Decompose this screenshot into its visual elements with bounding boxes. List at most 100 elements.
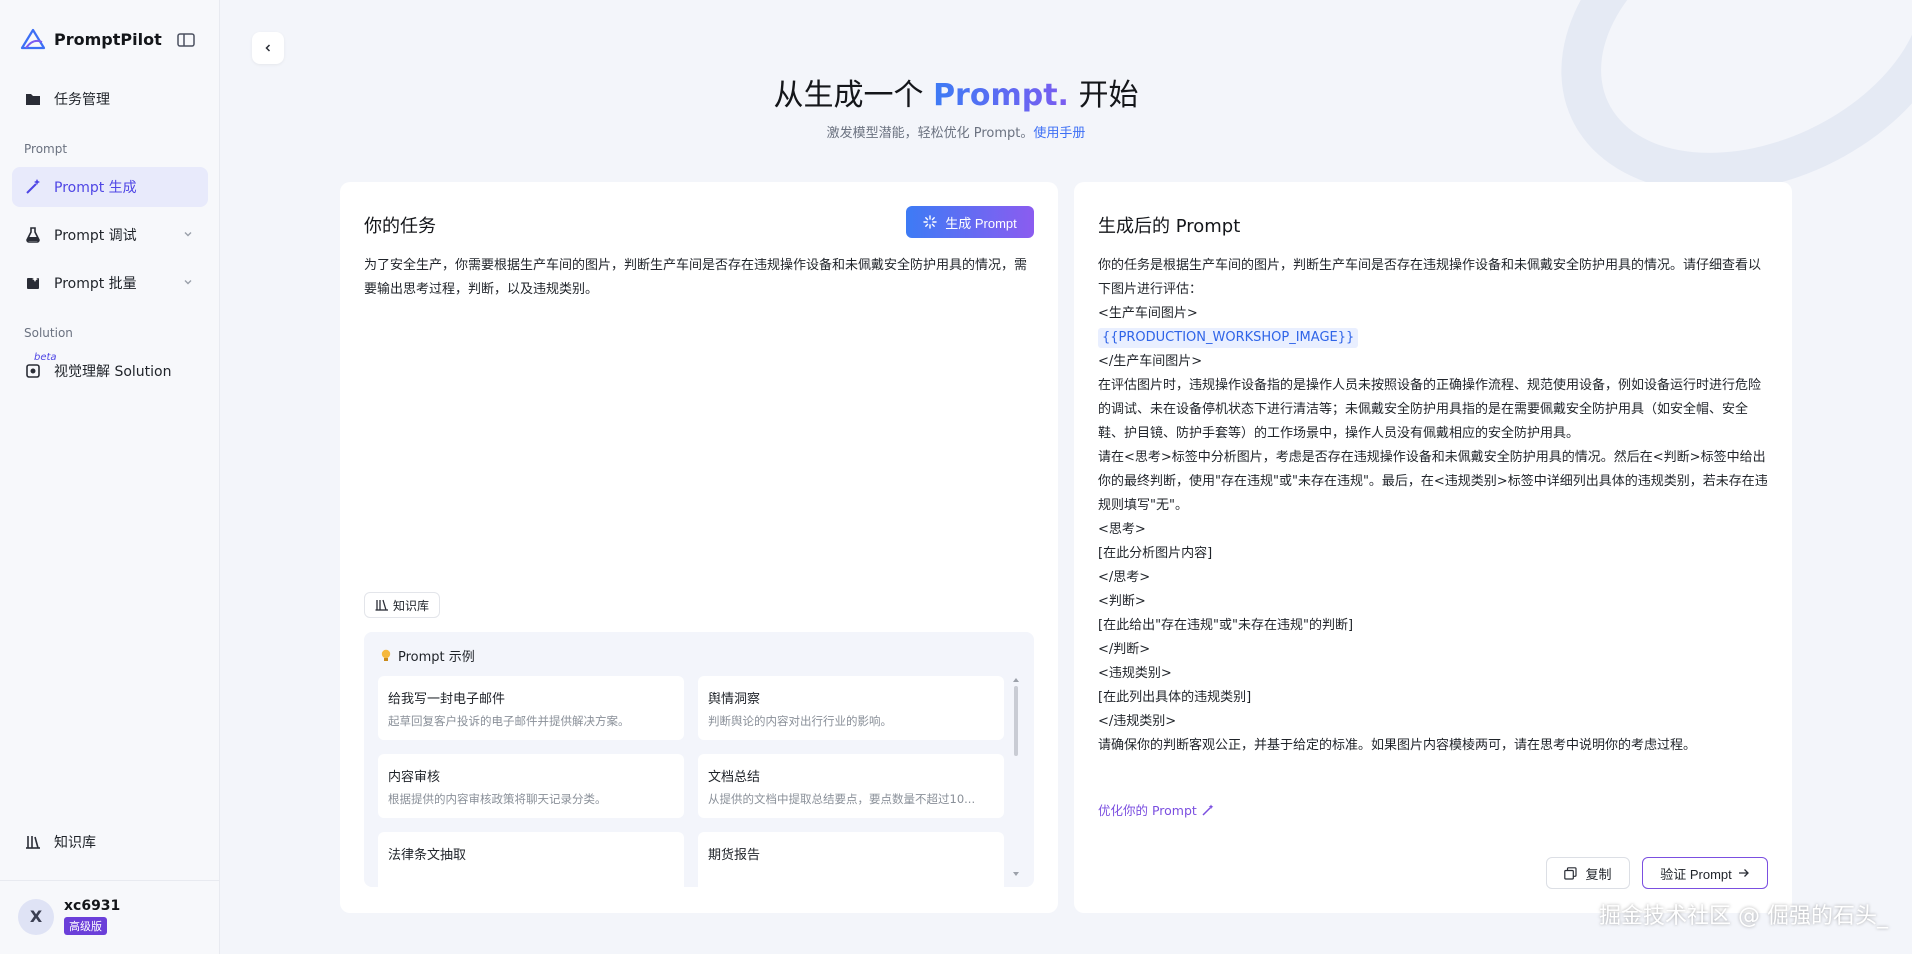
sidebar-toggle-icon[interactable] [176, 30, 196, 50]
magic-wand-icon [1202, 804, 1214, 816]
title-accent: Prompt. [933, 78, 1069, 113]
chevron-left-icon [265, 44, 271, 52]
sidebar-item-label: Prompt 批量 [54, 276, 137, 292]
flask-icon [24, 226, 42, 244]
example-card[interactable]: 期货报告 [698, 832, 1004, 887]
prompt-line: [在此分析图片内容] [1098, 546, 1213, 561]
prompt-line: 你的任务是根据生产车间的图片，判断生产车间是否存在违规操作设备和未佩戴安全防护用… [1098, 258, 1762, 297]
copy-icon [1564, 866, 1578, 880]
prompt-line: <生产车间图片> [1098, 306, 1198, 321]
avatar: X [18, 898, 54, 935]
arrow-right-icon [1738, 868, 1750, 878]
task-input[interactable]: 为了安全生产，你需要根据生产车间的图片，判断生产车间是否存在违规操作设备和未佩戴… [364, 254, 1034, 302]
manual-link[interactable]: 使用手册 [1033, 126, 1085, 141]
prompt-line: </思考> [1098, 570, 1151, 585]
prompt-line: <思考> [1098, 522, 1146, 537]
sidebar-item-knowledge-base[interactable]: 知识库 [12, 822, 208, 862]
generate-button-label: 生成 Prompt [945, 215, 1017, 231]
sidebar-divider [0, 880, 220, 881]
prompt-examples: Prompt 示例 给我写一封电子邮件 起草回复客户投诉的电子邮件并提供解决方案… [364, 632, 1034, 887]
lightbulb-icon [380, 649, 392, 663]
subtitle-text: 激发模型潜能，轻松优化 Prompt。 [826, 126, 1034, 141]
generate-prompt-button[interactable]: 生成 Prompt [906, 206, 1034, 238]
sidebar-item-vision-solution[interactable]: 视觉理解 Solution [12, 351, 208, 391]
verify-prompt-button[interactable]: 验证 Prompt [1642, 857, 1768, 889]
prompt-line: [在此列出具体的违规类别] [1098, 690, 1252, 705]
library-icon [375, 599, 389, 611]
scroll-thumb[interactable] [1014, 686, 1018, 756]
prompt-line: </判断> [1098, 642, 1151, 657]
example-title: 内容审核 [388, 770, 441, 785]
section-label-prompt: Prompt [24, 142, 68, 156]
prompt-line: </生产车间图片> [1098, 354, 1203, 369]
scroll-down-arrow-icon[interactable] [1013, 872, 1019, 876]
example-card[interactable]: 内容审核 根据提供的内容审核政策将聊天记录分类。 [378, 754, 684, 818]
task-panel-title: 你的任务 [364, 216, 436, 237]
page-subtitle: 激发模型潜能，轻松优化 Prompt。使用手册 [0, 122, 1912, 141]
title-suffix: 开始 [1078, 78, 1139, 113]
example-desc: 根据提供的内容审核政策将聊天记录分类。 [388, 792, 607, 806]
prompt-line: <判断> [1098, 594, 1146, 609]
example-card[interactable]: 法律条文抽取 [378, 832, 684, 887]
example-title: 文档总结 [708, 770, 761, 785]
promptpilot-logo-icon [20, 28, 46, 50]
generated-prompt-text[interactable]: 你的任务是根据生产车间的图片，判断生产车间是否存在违规操作设备和未佩戴安全防护用… [1098, 254, 1768, 758]
vision-cube-icon [24, 362, 42, 380]
prompt-line: 请在<思考>标签中分析图片，考虑是否存在违规操作设备和未佩戴安全防护用具的情况。… [1098, 450, 1768, 513]
examples-scrollbar[interactable] [1012, 676, 1020, 876]
user-name: xc6931 [64, 898, 121, 914]
example-card[interactable]: 文档总结 从提供的文档中提取总结要点，要点数量不超过10... [698, 754, 1004, 818]
sidebar-item-label: Prompt 调试 [54, 228, 137, 244]
example-title: 期货报告 [708, 848, 761, 863]
back-button[interactable] [252, 32, 284, 64]
watermark: 掘金技术社区 @ 倔强的石头_ [1599, 904, 1888, 929]
copy-button[interactable]: 复制 [1546, 857, 1630, 889]
examples-title-text: Prompt 示例 [398, 650, 475, 665]
magic-wand-icon [24, 178, 42, 196]
generated-panel-title: 生成后的 Prompt [1098, 216, 1241, 237]
sidebar-item-label: 视觉理解 Solution [54, 364, 172, 380]
examples-title: Prompt 示例 [380, 646, 475, 665]
prompt-line: </违规类别> [1098, 714, 1177, 729]
chevron-down-icon [184, 232, 192, 237]
example-title: 给我写一封电子邮件 [388, 692, 506, 707]
scroll-up-arrow-icon[interactable] [1013, 678, 1019, 682]
title-prefix: 从生成一个 [773, 78, 924, 113]
plan-badge: 高级版 [64, 917, 107, 935]
task-panel: 你的任务 生成 Prompt 为了安全生产，你需要根据生产车间的图片，判断生产车… [340, 182, 1058, 913]
sidebar-item-prompt-batch[interactable]: Prompt 批量 [12, 263, 208, 303]
sidebar: PromptPilot 任务管理 Prompt Prompt 生成 Prompt… [0, 0, 220, 954]
generated-prompt-panel: 生成后的 Prompt 你的任务是根据生产车间的图片，判断生产车间是否存在违规操… [1074, 182, 1792, 913]
verify-button-label: 验证 Prompt [1660, 866, 1732, 882]
example-card[interactable]: 舆情洞察 判断舆论的内容对出行行业的影响。 [698, 676, 1004, 740]
example-desc: 起草回复客户投诉的电子邮件并提供解决方案。 [388, 714, 630, 728]
example-card[interactable]: 给我写一封电子邮件 起草回复客户投诉的电子邮件并提供解决方案。 [378, 676, 684, 740]
library-icon [24, 833, 42, 851]
knowledge-chip-label: 知识库 [393, 598, 430, 613]
sparkle-icon [923, 215, 937, 229]
prompt-line: [在此给出"存在违规"或"未存在违规"的判断] [1098, 618, 1354, 633]
copy-button-label: 复制 [1585, 866, 1612, 882]
example-desc: 判断舆论的内容对出行行业的影响。 [708, 714, 892, 728]
batch-icon [24, 274, 42, 292]
prompt-line: <违规类别> [1098, 666, 1172, 681]
chevron-down-icon [184, 280, 192, 285]
prompt-line: 在评估图片时，违规操作设备指的是操作人员未按照设备的正确操作流程、规范使用设备，… [1098, 378, 1762, 441]
optimize-link-label: 优化你的 Prompt [1098, 803, 1197, 818]
brand[interactable]: PromptPilot [20, 28, 162, 50]
sidebar-item-label: Prompt 生成 [54, 180, 137, 196]
example-title: 舆情洞察 [708, 692, 761, 707]
page-title: 从生成一个 Prompt. 开始 [0, 70, 1912, 114]
variable-chip[interactable]: {{PRODUCTION_WORKSHOP_IMAGE}} [1098, 328, 1359, 348]
section-label-solution: Solution [24, 326, 73, 340]
sidebar-item-prompt-debug[interactable]: Prompt 调试 [12, 215, 208, 255]
sidebar-item-label: 知识库 [54, 835, 96, 851]
brand-name: PromptPilot [54, 29, 162, 49]
optimize-prompt-link[interactable]: 优化你的 Prompt [1098, 800, 1214, 819]
example-title: 法律条文抽取 [388, 848, 467, 863]
example-desc: 从提供的文档中提取总结要点，要点数量不超过10... [708, 792, 976, 806]
prompt-line: 请确保你的判断客观公正，并基于给定的标准。如果图片内容模棱两可，请在思考中说明你… [1098, 738, 1697, 753]
knowledge-base-chip[interactable]: 知识库 [364, 592, 441, 618]
sidebar-item-prompt-generate[interactable]: Prompt 生成 [12, 167, 208, 207]
user-profile[interactable]: X xc6931 高级版 [18, 898, 120, 935]
